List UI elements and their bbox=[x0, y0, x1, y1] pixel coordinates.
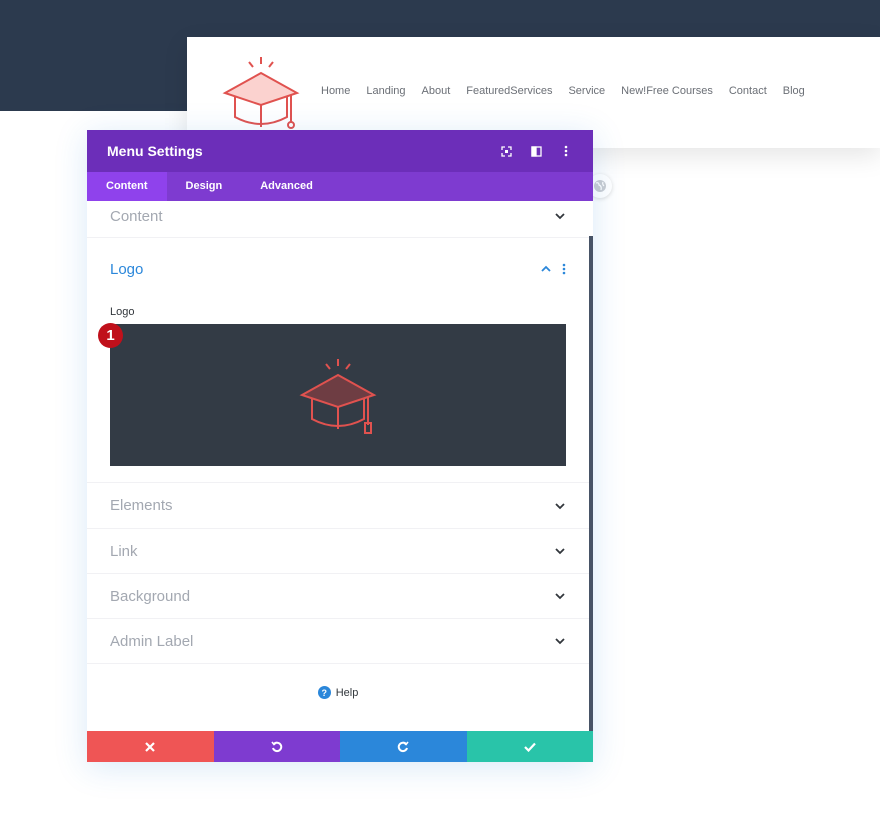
cancel-button[interactable] bbox=[87, 731, 214, 762]
nav-item-free-courses[interactable]: New!Free Courses bbox=[621, 85, 713, 97]
modal-footer bbox=[87, 731, 593, 762]
help-label: Help bbox=[335, 686, 359, 699]
section-title-logo[interactable]: Logo bbox=[110, 261, 143, 278]
checkmark-icon bbox=[523, 742, 536, 752]
nav-item-about[interactable]: About bbox=[422, 85, 451, 97]
nav-item-home[interactable]: Home bbox=[321, 85, 350, 97]
modal-header: Menu Settings bbox=[87, 130, 593, 172]
section-elements[interactable]: Elements bbox=[87, 483, 589, 529]
modal-title: Menu Settings bbox=[107, 143, 203, 159]
section-link[interactable]: Link bbox=[87, 529, 589, 574]
redo-icon bbox=[398, 741, 409, 752]
site-nav: Home Landing About FeaturedServices Serv… bbox=[321, 85, 821, 97]
section-admin-label[interactable]: Admin Label bbox=[87, 619, 589, 664]
modal-body: Content Logo Logo 1 Elements Link Backgr… bbox=[87, 201, 589, 731]
redo-button[interactable] bbox=[340, 731, 467, 762]
section-title-elements: Elements bbox=[110, 497, 173, 514]
undo-icon bbox=[271, 741, 282, 752]
tab-content[interactable]: Content bbox=[87, 172, 167, 201]
chevron-down-icon[interactable] bbox=[554, 545, 566, 557]
menu-settings-modal: Menu Settings Content Design Advanced Co… bbox=[87, 130, 593, 762]
undo-button[interactable] bbox=[213, 731, 340, 762]
section-title-background: Background bbox=[110, 587, 191, 605]
help-link[interactable]: ? Help bbox=[87, 664, 589, 699]
section-background[interactable]: Background bbox=[87, 574, 589, 619]
nav-item-featured-services[interactable]: FeaturedServices bbox=[466, 85, 552, 97]
chevron-down-icon[interactable] bbox=[554, 635, 566, 647]
close-icon bbox=[145, 741, 156, 752]
graduation-cap-logo[interactable] bbox=[221, 53, 301, 133]
tab-design[interactable]: Design bbox=[167, 172, 242, 201]
modal-tabs: Content Design Advanced bbox=[87, 172, 593, 201]
save-button[interactable] bbox=[466, 731, 593, 762]
step-number-badge: 1 bbox=[98, 323, 123, 348]
scrollbar[interactable] bbox=[589, 236, 593, 731]
chevron-down-icon[interactable] bbox=[554, 590, 566, 602]
more-options-icon[interactable] bbox=[559, 144, 573, 158]
section-content[interactable]: Content bbox=[87, 201, 589, 238]
nav-item-landing[interactable]: Landing bbox=[366, 85, 405, 97]
logo-field-label: Logo bbox=[110, 306, 135, 318]
graduation-cap-preview-icon bbox=[299, 359, 377, 434]
split-view-icon[interactable] bbox=[529, 144, 543, 158]
tab-advanced[interactable]: Advanced bbox=[241, 172, 332, 201]
chevron-down-icon[interactable] bbox=[554, 500, 566, 512]
section-logo: Logo Logo 1 bbox=[87, 238, 589, 483]
section-title-admin-label: Admin Label bbox=[110, 632, 194, 650]
fullscreen-icon[interactable] bbox=[499, 144, 513, 158]
section-options-icon[interactable] bbox=[562, 263, 566, 275]
help-icon: ? bbox=[317, 686, 331, 699]
nav-item-service[interactable]: Service bbox=[568, 85, 605, 97]
builder-stage: Home Landing About FeaturedServices Serv… bbox=[0, 0, 880, 814]
section-title-content: Content bbox=[110, 207, 163, 225]
logo-upload-preview[interactable]: 1 bbox=[98, 323, 566, 466]
chevron-up-icon[interactable] bbox=[540, 263, 552, 275]
nav-item-contact[interactable]: Contact bbox=[729, 85, 767, 97]
section-title-link: Link bbox=[110, 542, 138, 560]
chevron-down-icon[interactable] bbox=[554, 210, 566, 222]
nav-item-blog[interactable]: Blog bbox=[783, 85, 805, 97]
